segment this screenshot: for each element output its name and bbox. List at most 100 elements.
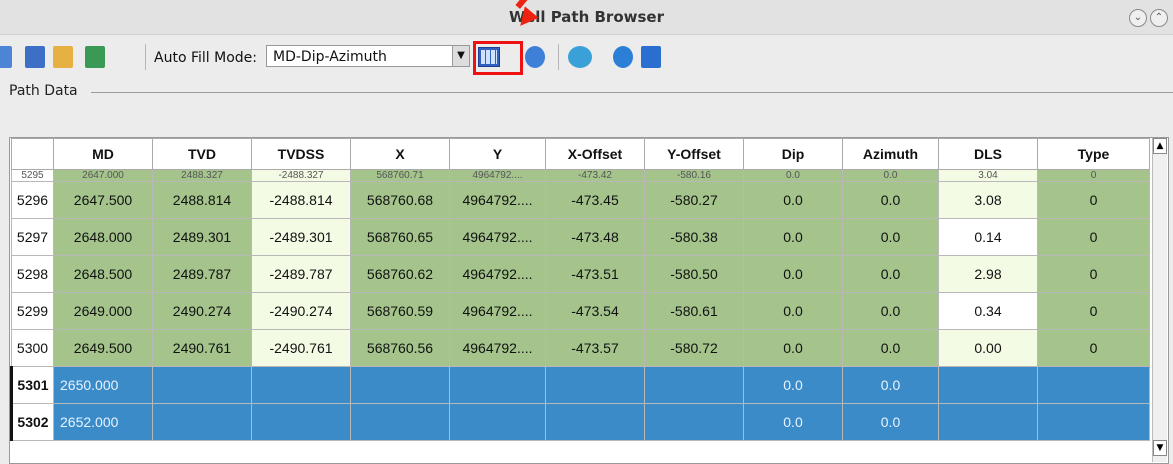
table-cell[interactable] bbox=[449, 403, 546, 441]
row-number[interactable]: 5297 bbox=[11, 218, 54, 256]
table-cell[interactable]: -580.72 bbox=[644, 329, 744, 367]
table-row[interactable]: 5297 2648.000 2489.301 -2489.301 568760.… bbox=[11, 218, 1150, 256]
table-cell[interactable]: 568760.68 bbox=[350, 181, 450, 219]
table-cell[interactable]: 0.00 bbox=[938, 329, 1038, 367]
vertical-scrollbar[interactable] bbox=[1152, 138, 1167, 462]
table-cell[interactable]: 0.0 bbox=[842, 366, 939, 404]
table-cell[interactable] bbox=[545, 403, 645, 441]
table-cell[interactable]: 4964792.... bbox=[449, 218, 546, 256]
table-cell[interactable] bbox=[350, 366, 450, 404]
table-row[interactable]: 5298 2648.500 2489.787 -2489.787 568760.… bbox=[11, 255, 1150, 293]
table-cell[interactable]: 0.0 bbox=[842, 292, 939, 330]
table-cell[interactable]: 2652.000 bbox=[53, 403, 153, 441]
table-cell[interactable]: 0.0 bbox=[743, 255, 843, 293]
scroll-down-icon[interactable]: ▼ bbox=[1153, 440, 1167, 456]
table-cell[interactable]: 4964792.... bbox=[449, 255, 546, 293]
table-cell[interactable]: 2490.274 bbox=[152, 292, 252, 330]
table-cell[interactable]: -580.16 bbox=[644, 169, 744, 182]
table-cell[interactable]: 4964792.... bbox=[449, 181, 546, 219]
table-cell[interactable]: -2488.814 bbox=[251, 181, 351, 219]
table-cell[interactable]: 0.0 bbox=[842, 329, 939, 367]
table-cell[interactable]: 0 bbox=[1037, 292, 1150, 330]
table-cell[interactable]: -473.42 bbox=[545, 169, 645, 182]
table-row[interactable]: 5299 2649.000 2490.274 -2490.274 568760.… bbox=[11, 292, 1150, 330]
row-number[interactable]: 5295 bbox=[11, 169, 54, 182]
table-cell[interactable]: -580.27 bbox=[644, 181, 744, 219]
table-cell[interactable]: 2490.761 bbox=[152, 329, 252, 367]
table-cell[interactable]: 0 bbox=[1037, 218, 1150, 256]
table-cell[interactable]: 4964792.... bbox=[449, 169, 546, 182]
column-header[interactable]: Y bbox=[449, 138, 546, 170]
table-cell[interactable] bbox=[1037, 366, 1150, 404]
table-row[interactable]: 5301 2650.000 0.0 0.0 bbox=[10, 366, 1150, 404]
table-cell[interactable]: -2489.787 bbox=[251, 255, 351, 293]
target-icon[interactable] bbox=[568, 46, 592, 68]
table-cell[interactable]: 2647.500 bbox=[53, 181, 153, 219]
table-cell[interactable]: -2490.274 bbox=[251, 292, 351, 330]
table-cell[interactable]: 568760.59 bbox=[350, 292, 450, 330]
table-cell[interactable]: 0.0 bbox=[743, 181, 843, 219]
table-cell[interactable]: 2649.000 bbox=[53, 292, 153, 330]
row-number[interactable]: 5301 bbox=[10, 366, 54, 404]
row-number[interactable]: 5302 bbox=[10, 403, 54, 441]
column-header[interactable]: X-Offset bbox=[545, 138, 645, 170]
column-header[interactable]: DLS bbox=[938, 138, 1038, 170]
row-number[interactable]: 5300 bbox=[11, 329, 54, 367]
column-header[interactable]: Type bbox=[1037, 138, 1150, 170]
table-cell[interactable] bbox=[938, 403, 1038, 441]
column-header[interactable]: Dip bbox=[743, 138, 843, 170]
table-cell[interactable] bbox=[152, 366, 252, 404]
column-header[interactable]: TVD bbox=[152, 138, 252, 170]
table-cell[interactable] bbox=[251, 403, 351, 441]
auto-fill-mode-select[interactable]: MD-Dip-Azimuth bbox=[266, 45, 466, 67]
table-cell[interactable]: 0.0 bbox=[842, 218, 939, 256]
maximize-icon[interactable]: ⌃ bbox=[1150, 9, 1168, 27]
table-cell[interactable] bbox=[938, 366, 1038, 404]
table-cell[interactable]: 568760.65 bbox=[350, 218, 450, 256]
table-cell[interactable]: 0 bbox=[1037, 329, 1150, 367]
export-grid-icon[interactable] bbox=[85, 46, 105, 68]
table-cell[interactable]: -2490.761 bbox=[251, 329, 351, 367]
table-cell[interactable]: 0.14 bbox=[938, 218, 1038, 256]
table-cell[interactable]: -580.61 bbox=[644, 292, 744, 330]
table-row[interactable]: 5302 2652.000 0.0 0.0 bbox=[10, 403, 1150, 441]
table-cell[interactable]: -580.50 bbox=[644, 255, 744, 293]
table-cell[interactable] bbox=[251, 366, 351, 404]
table-cell[interactable]: -580.38 bbox=[644, 218, 744, 256]
table-cell[interactable]: 0 bbox=[1037, 255, 1150, 293]
table-cell[interactable]: 2489.787 bbox=[152, 255, 252, 293]
row-number[interactable]: 5296 bbox=[11, 181, 54, 219]
table-cell[interactable]: -2488.327 bbox=[251, 169, 351, 182]
table-cell[interactable]: 2648.500 bbox=[53, 255, 153, 293]
table-cell[interactable]: 0.0 bbox=[842, 181, 939, 219]
table-cell[interactable] bbox=[1037, 403, 1150, 441]
table-cell[interactable]: 568760.56 bbox=[350, 329, 450, 367]
column-header[interactable]: Y-Offset bbox=[644, 138, 744, 170]
table-row[interactable]: 5300 2649.500 2490.761 -2490.761 568760.… bbox=[11, 329, 1150, 367]
table-cell[interactable] bbox=[644, 403, 744, 441]
table-cell[interactable]: 3.08 bbox=[938, 181, 1038, 219]
table-cell[interactable]: 2648.000 bbox=[53, 218, 153, 256]
refresh-icon[interactable] bbox=[0, 46, 12, 68]
table-cell[interactable]: 2647.000 bbox=[53, 169, 153, 182]
table-cell[interactable]: -473.45 bbox=[545, 181, 645, 219]
table-cell[interactable]: 0.0 bbox=[842, 403, 939, 441]
table-cell[interactable]: 2489.301 bbox=[152, 218, 252, 256]
column-header[interactable]: X bbox=[350, 138, 450, 170]
minimize-icon[interactable]: ⌄ bbox=[1129, 9, 1147, 27]
table-cell[interactable]: 0.0 bbox=[743, 366, 843, 404]
table-cell[interactable]: 0.0 bbox=[743, 329, 843, 367]
table-cell[interactable]: 2488.814 bbox=[152, 181, 252, 219]
table-cell[interactable]: -473.48 bbox=[545, 218, 645, 256]
table-cell[interactable]: 0.0 bbox=[743, 403, 843, 441]
row-number[interactable]: 5299 bbox=[11, 292, 54, 330]
help-icon[interactable] bbox=[613, 46, 633, 68]
row-number[interactable]: 5298 bbox=[11, 255, 54, 293]
document-icon[interactable] bbox=[25, 46, 45, 68]
table-cell[interactable]: 2.98 bbox=[938, 255, 1038, 293]
table-cell[interactable]: 0.0 bbox=[842, 169, 939, 182]
table-cell[interactable]: -473.51 bbox=[545, 255, 645, 293]
table-cell[interactable]: -473.57 bbox=[545, 329, 645, 367]
table-cell[interactable]: 0.0 bbox=[743, 169, 843, 182]
table-cell[interactable] bbox=[350, 403, 450, 441]
